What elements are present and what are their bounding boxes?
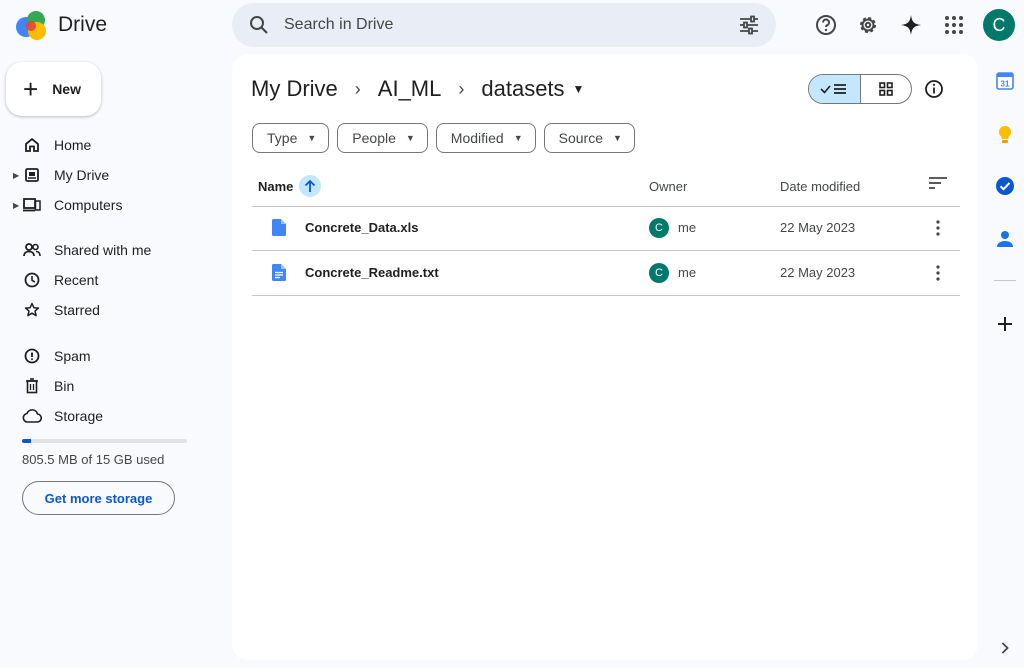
svg-text:31: 31 bbox=[1001, 80, 1010, 89]
owner-avatar: C bbox=[649, 218, 669, 238]
date-modified: 22 May 2023 bbox=[780, 265, 856, 280]
owner-avatar: C bbox=[649, 263, 669, 283]
column-owner-header[interactable]: Owner bbox=[649, 179, 687, 194]
chevron-right-icon[interactable] bbox=[994, 637, 1016, 659]
star-icon bbox=[22, 300, 42, 320]
cloud-icon bbox=[22, 406, 42, 426]
search-bar[interactable] bbox=[232, 3, 776, 47]
app-name[interactable]: Drive bbox=[58, 13, 107, 37]
new-button-label: New bbox=[52, 81, 81, 97]
add-plus-icon[interactable] bbox=[994, 313, 1016, 335]
sort-options-icon[interactable] bbox=[928, 176, 948, 193]
owner-name: me bbox=[678, 220, 697, 235]
breadcrumb-my-drive[interactable]: My Drive bbox=[251, 76, 338, 102]
tasks-check-icon[interactable] bbox=[994, 175, 1016, 197]
help-icon[interactable] bbox=[814, 13, 838, 37]
filter-source[interactable]: Source ▼ bbox=[543, 123, 635, 153]
file-table-header: Name Owner Date modified bbox=[252, 166, 960, 207]
rail-divider bbox=[994, 280, 1016, 281]
new-button[interactable]: + New bbox=[6, 62, 101, 116]
sidebar-item-shared[interactable]: Shared with me bbox=[0, 235, 220, 265]
calendar-icon[interactable]: 31 bbox=[994, 70, 1016, 92]
settings-gear-icon[interactable] bbox=[856, 13, 880, 37]
storage-used-text: 805.5 MB of 15 GB used bbox=[22, 452, 165, 467]
filter-modified[interactable]: Modified ▼ bbox=[435, 123, 536, 153]
search-icon[interactable] bbox=[249, 15, 269, 40]
apps-grid-icon[interactable] bbox=[942, 13, 966, 37]
clock-icon bbox=[22, 270, 42, 290]
gemini-sparkle-icon[interactable] bbox=[899, 13, 923, 37]
sort-ascending-arrow-icon[interactable] bbox=[299, 175, 322, 197]
get-more-storage-button[interactable]: Get more storage bbox=[22, 481, 175, 515]
expand-caret-icon[interactable]: ▶ bbox=[13, 201, 19, 210]
filter-type[interactable]: Type ▼ bbox=[252, 123, 330, 153]
sidebar-item-recent[interactable]: Recent bbox=[0, 265, 220, 295]
dropdown-arrow-icon: ▼ bbox=[572, 82, 585, 96]
chevron-right-icon: › bbox=[458, 78, 465, 99]
column-date-header[interactable]: Date modified bbox=[780, 179, 860, 194]
grid-view-button[interactable] bbox=[861, 75, 912, 103]
bin-icon bbox=[22, 376, 42, 396]
sidebar-item-my-drive[interactable]: ▶ My Drive bbox=[0, 160, 220, 190]
main-panel: My Drive › AI_ML › datasets ▼ Type ▼ Peop… bbox=[232, 54, 978, 660]
computers-icon bbox=[22, 195, 42, 215]
my-drive-icon bbox=[22, 165, 42, 185]
filter-chips: Type ▼ People ▼ Modified ▼ Source ▼ bbox=[252, 123, 635, 153]
search-input[interactable] bbox=[284, 3, 704, 47]
dropdown-arrow-icon: ▼ bbox=[307, 133, 317, 143]
dropdown-arrow-icon: ▼ bbox=[405, 133, 415, 143]
dropdown-arrow-icon: ▼ bbox=[613, 133, 622, 143]
expand-caret-icon[interactable]: ▶ bbox=[13, 171, 19, 180]
sidebar-item-computers[interactable]: ▶ Computers bbox=[0, 190, 220, 220]
date-modified: 22 May 2023 bbox=[780, 220, 856, 235]
info-icon[interactable] bbox=[924, 79, 944, 104]
file-name: Concrete_Data.xls bbox=[305, 220, 419, 235]
breadcrumb: My Drive › AI_ML › datasets ▼ bbox=[251, 76, 584, 102]
plus-icon: + bbox=[23, 74, 39, 104]
sidebar-item-spam[interactable]: Spam bbox=[0, 341, 220, 371]
text-file-icon bbox=[272, 264, 286, 284]
view-toggle bbox=[808, 74, 912, 104]
owner-name: me bbox=[678, 265, 697, 280]
more-options-icon[interactable] bbox=[928, 218, 948, 241]
sidebar-item-starred[interactable]: Starred bbox=[0, 295, 220, 325]
more-options-icon[interactable] bbox=[928, 263, 948, 286]
storage-usage-fill bbox=[22, 439, 31, 443]
dropdown-arrow-icon: ▼ bbox=[513, 133, 523, 143]
filter-people[interactable]: People ▼ bbox=[337, 123, 428, 153]
storage-usage-bar bbox=[22, 439, 187, 443]
drive-logo-icon[interactable] bbox=[14, 7, 50, 43]
breadcrumb-ai-ml[interactable]: AI_ML bbox=[378, 76, 442, 102]
chevron-right-icon: › bbox=[354, 78, 361, 99]
column-name-header[interactable]: Name bbox=[258, 175, 322, 197]
table-row[interactable]: Concrete_Readme.txt C me 22 May 2023 bbox=[252, 251, 960, 296]
sidebar-item-bin[interactable]: Bin bbox=[0, 371, 220, 401]
list-view-button[interactable] bbox=[809, 75, 861, 103]
spam-icon bbox=[22, 346, 42, 366]
account-avatar[interactable]: C bbox=[983, 9, 1015, 41]
check-list-icon bbox=[820, 84, 847, 94]
keep-bulb-icon[interactable] bbox=[994, 124, 1016, 146]
search-options-icon[interactable] bbox=[738, 15, 760, 40]
doc-file-icon bbox=[272, 219, 286, 239]
sidebar-item-home[interactable]: Home bbox=[0, 130, 220, 160]
table-row[interactable]: Concrete_Data.xls C me 22 May 2023 bbox=[252, 206, 960, 251]
contacts-person-icon[interactable] bbox=[994, 228, 1016, 250]
breadcrumb-current-folder[interactable]: datasets ▼ bbox=[481, 76, 584, 102]
sidebar-item-storage[interactable]: Storage bbox=[0, 401, 220, 431]
file-name: Concrete_Readme.txt bbox=[305, 265, 439, 280]
home-icon bbox=[22, 135, 42, 155]
shared-icon bbox=[22, 240, 42, 260]
grid-icon bbox=[878, 82, 893, 96]
